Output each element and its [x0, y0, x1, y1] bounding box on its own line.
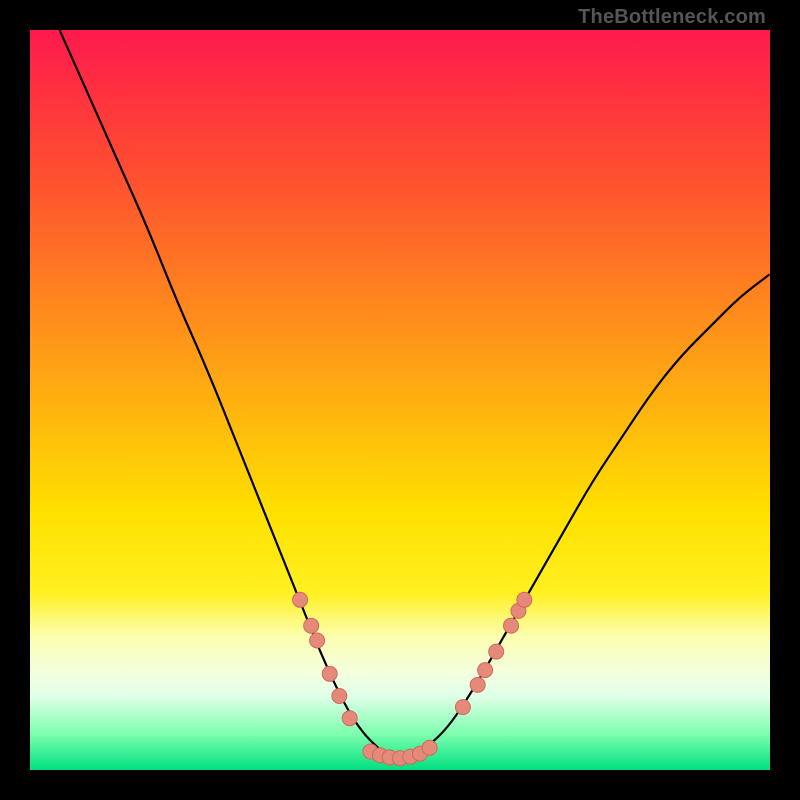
- chart-frame: { "watermark": "TheBottleneck.com", "col…: [0, 0, 800, 800]
- marker-dot: [517, 592, 532, 607]
- marker-dot: [304, 618, 319, 633]
- watermark-text: TheBottleneck.com: [578, 6, 766, 29]
- marker-dot: [489, 644, 504, 659]
- marker-dot: [478, 663, 493, 678]
- marker-dot: [310, 633, 325, 648]
- marker-dot: [455, 700, 470, 715]
- marker-dot: [322, 666, 337, 681]
- marker-dot: [422, 740, 437, 755]
- bottleneck-curve: [60, 30, 770, 758]
- marker-dot: [342, 711, 357, 726]
- marker-dot: [293, 592, 308, 607]
- marker-dot: [470, 677, 485, 692]
- data-markers: [293, 592, 532, 765]
- marker-dot: [332, 689, 347, 704]
- chart-overlay: [30, 30, 770, 770]
- marker-dot: [504, 618, 519, 633]
